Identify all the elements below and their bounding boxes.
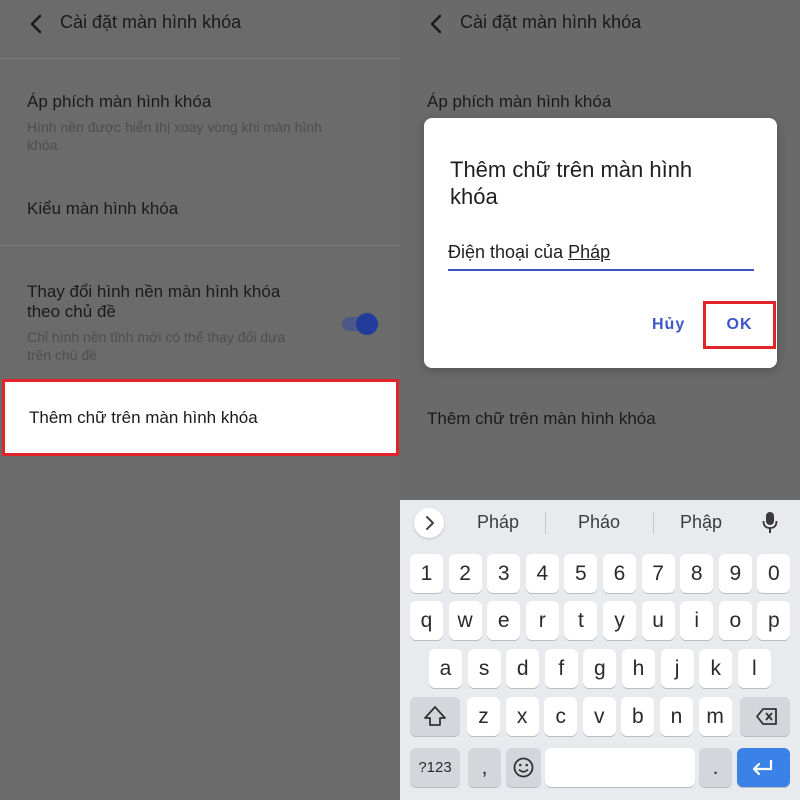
key-q[interactable]: q bbox=[410, 601, 443, 640]
page-title: Cài đặt màn hình khóa bbox=[60, 12, 242, 32]
right-dialog-screen: Cài đặt màn hình khóa Áp phích màn hình … bbox=[400, 0, 800, 800]
key-h[interactable]: h bbox=[622, 649, 655, 688]
left-settings-screen: Cài đặt màn hình khóa Áp phích màn hình … bbox=[0, 0, 400, 800]
setting-subtitle: trên chủ đề bbox=[27, 347, 98, 363]
key-1[interactable]: 1 bbox=[410, 554, 443, 593]
key-5[interactable]: 5 bbox=[564, 554, 598, 593]
setting-item-add-lock-text[interactable]: Thêm chữ trên màn hình khóa bbox=[2, 379, 399, 456]
setting-title: theo chủ đề bbox=[27, 302, 116, 321]
microphone-icon[interactable] bbox=[762, 511, 778, 535]
key-m[interactable]: m bbox=[698, 697, 732, 736]
input-value: Điện thoại của Pháp bbox=[448, 242, 610, 263]
key-p[interactable]: p bbox=[757, 601, 791, 640]
chevron-right-icon bbox=[426, 516, 434, 530]
key-l[interactable]: l bbox=[737, 649, 771, 688]
add-text-dialog: Thêm chữ trên màn hình khóa Điện thoại c… bbox=[424, 118, 777, 368]
divider bbox=[653, 512, 654, 534]
symbols-key[interactable]: ?123 bbox=[410, 748, 460, 787]
setting-subtitle: khóa bbox=[27, 137, 58, 153]
key-n[interactable]: n bbox=[660, 697, 693, 736]
space-key[interactable] bbox=[545, 748, 695, 787]
key-t[interactable]: t bbox=[564, 601, 598, 640]
divider bbox=[545, 512, 546, 534]
page-title: Cài đặt màn hình khóa bbox=[460, 12, 642, 32]
suggestion-word[interactable]: Phập bbox=[661, 512, 741, 533]
setting-subtitle: Chỉ hình nền tĩnh mới có thể thay đổi dự… bbox=[27, 329, 286, 345]
backspace-icon bbox=[756, 708, 777, 725]
key-v[interactable]: v bbox=[582, 697, 616, 736]
back-arrow-icon[interactable] bbox=[26, 13, 48, 35]
dialog-title: Thêm chữ trên màn hình khóa bbox=[450, 156, 750, 210]
key-0[interactable]: 0 bbox=[757, 554, 791, 593]
key-4[interactable]: 4 bbox=[525, 554, 559, 593]
theme-wallpaper-toggle[interactable] bbox=[342, 313, 378, 335]
key-e[interactable]: e bbox=[487, 601, 521, 640]
setting-title: Thay đổi hình nền màn hình khóa bbox=[27, 282, 281, 301]
setting-title: Áp phích màn hình khóa bbox=[27, 92, 212, 111]
shift-arrow-icon bbox=[424, 706, 446, 726]
input-composing-text: Pháp bbox=[568, 242, 611, 262]
comma-key[interactable]: , bbox=[468, 748, 501, 787]
key-r[interactable]: r bbox=[525, 601, 559, 640]
key-o[interactable]: o bbox=[718, 601, 752, 640]
dialog-title-line: Thêm chữ trên màn hình bbox=[450, 157, 693, 182]
key-u[interactable]: u bbox=[641, 601, 675, 640]
back-arrow-icon[interactable] bbox=[426, 13, 448, 35]
key-s[interactable]: s bbox=[467, 649, 501, 688]
emoji-key[interactable] bbox=[506, 748, 541, 787]
shift-key[interactable] bbox=[410, 697, 460, 736]
key-f[interactable]: f bbox=[544, 649, 578, 688]
key-g[interactable]: g bbox=[583, 649, 617, 688]
key-k[interactable]: k bbox=[699, 649, 733, 688]
suggestion-word[interactable]: Pháp bbox=[458, 512, 538, 533]
key-d[interactable]: d bbox=[506, 649, 540, 688]
key-b[interactable]: b bbox=[621, 697, 655, 736]
lock-text-input[interactable]: Điện thoại của Pháp bbox=[448, 239, 754, 271]
setting-title: Thêm chữ trên màn hình khóa bbox=[29, 408, 258, 427]
enter-arrow-icon bbox=[752, 760, 773, 776]
expand-toolbar-button[interactable] bbox=[414, 508, 444, 538]
key-c[interactable]: c bbox=[544, 697, 578, 736]
key-9[interactable]: 9 bbox=[718, 554, 752, 593]
setting-subtitle: Hình nền được hiển thị xoay vòng khi màn… bbox=[27, 119, 322, 135]
key-7[interactable]: 7 bbox=[641, 554, 675, 593]
soft-keyboard: Pháp Pháo Phập 1234567890 qwertyuiop asd… bbox=[400, 500, 800, 800]
key-y[interactable]: y bbox=[603, 601, 636, 640]
key-w[interactable]: w bbox=[448, 601, 482, 640]
key-6[interactable]: 6 bbox=[603, 554, 636, 593]
key-z[interactable]: z bbox=[467, 697, 500, 736]
divider bbox=[0, 245, 400, 246]
key-8[interactable]: 8 bbox=[680, 554, 714, 593]
key-j[interactable]: j bbox=[660, 649, 694, 688]
key-3[interactable]: 3 bbox=[487, 554, 521, 593]
suggestion-word[interactable]: Pháo bbox=[559, 512, 639, 533]
setting-title: Kiểu màn hình khóa bbox=[27, 199, 179, 218]
input-prefix-text: Điện thoại của bbox=[448, 242, 569, 262]
backspace-key[interactable] bbox=[740, 697, 790, 736]
dialog-title-line: khóa bbox=[450, 184, 498, 209]
app-bar: Cài đặt màn hình khóa bbox=[0, 0, 400, 48]
toggle-thumb bbox=[356, 313, 378, 335]
app-bar: Cài đặt màn hình khóa bbox=[400, 0, 800, 48]
key-x[interactable]: x bbox=[505, 697, 539, 736]
cancel-button[interactable]: Hủy bbox=[652, 316, 685, 334]
period-key[interactable]: . bbox=[699, 748, 732, 787]
setting-title: Áp phích màn hình khóa bbox=[427, 92, 612, 111]
emoji-icon bbox=[513, 757, 534, 778]
key-2[interactable]: 2 bbox=[448, 554, 482, 593]
suggestion-bar: Pháp Pháo Phập bbox=[400, 500, 800, 544]
key-i[interactable]: i bbox=[680, 601, 714, 640]
ok-button[interactable]: OK bbox=[703, 301, 776, 349]
divider bbox=[0, 58, 400, 59]
key-a[interactable]: a bbox=[429, 649, 462, 688]
setting-title: Thêm chữ trên màn hình khóa bbox=[427, 409, 656, 428]
enter-key[interactable] bbox=[737, 748, 790, 787]
